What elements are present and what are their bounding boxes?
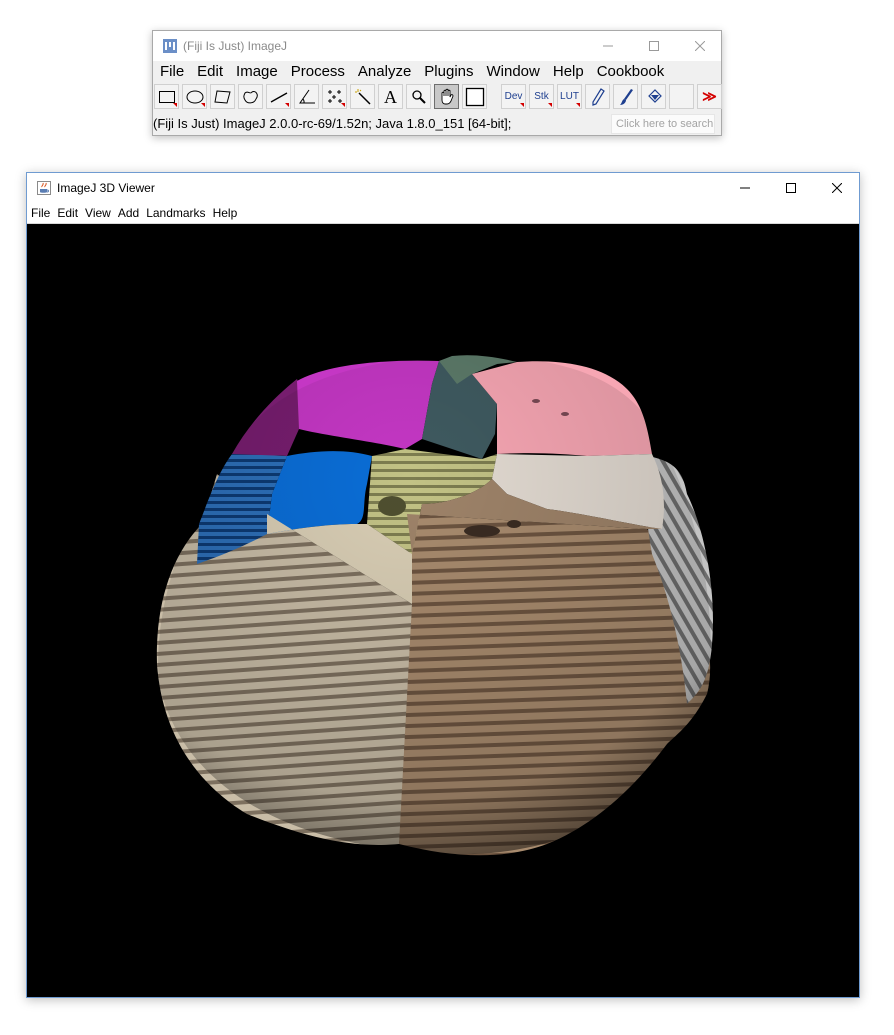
viewer-menu-file[interactable]: File <box>27 203 53 223</box>
fiji-window-title: (Fiji Is Just) ImageJ <box>183 39 288 53</box>
freehand-tool[interactable] <box>238 84 263 109</box>
oval-tool-menu-indicator <box>201 103 205 107</box>
viewer-menu-help[interactable]: Help <box>209 203 241 223</box>
fiji-main-window: (Fiji Is Just) ImageJ File Edit Image Pr… <box>152 30 722 136</box>
viewer-maximize-button[interactable] <box>768 173 814 203</box>
viewer-title-bar[interactable]: ImageJ 3D Viewer <box>27 173 859 203</box>
brush-icon <box>619 88 633 105</box>
fiji-title-bar[interactable]: (Fiji Is Just) ImageJ <box>153 31 721 61</box>
line-tool[interactable] <box>266 84 291 109</box>
java-cup-icon <box>37 181 51 195</box>
hand-tool[interactable] <box>434 84 459 109</box>
freehand-icon <box>242 90 258 103</box>
maximize-button[interactable] <box>631 31 677 61</box>
angle-icon <box>298 89 315 103</box>
line-tool-menu-indicator <box>285 103 289 107</box>
menu-cookbook[interactable]: Cookbook <box>590 61 671 82</box>
fiji-status-bar: (Fiji Is Just) ImageJ 2.0.0-rc-69/1.52n;… <box>153 113 721 135</box>
magic-wand-icon <box>354 88 371 105</box>
close-icon <box>695 41 705 51</box>
text-tool-glyph: A <box>384 86 397 107</box>
angle-tool[interactable] <box>294 84 319 109</box>
viewer-3d-window: ImageJ 3D Viewer File Edit View Add Land… <box>26 172 860 998</box>
wand-tool[interactable] <box>350 84 375 109</box>
viewer-minimize-button[interactable] <box>722 173 768 203</box>
search-field[interactable]: Click here to search <box>611 114 715 134</box>
rectangle-tool[interactable] <box>154 84 179 109</box>
fiji-app-icon <box>163 39 177 53</box>
dev-menu-indicator <box>520 103 524 107</box>
viewer-menu-landmarks[interactable]: Landmarks <box>142 203 208 223</box>
pencil-tool[interactable] <box>585 84 610 109</box>
color-picker-icon <box>465 87 484 106</box>
flood-fill-icon <box>647 88 662 103</box>
menu-file[interactable]: File <box>153 61 190 82</box>
shading-overlay <box>158 355 711 855</box>
fiji-menu-bar: File Edit Image Process Analyze Plugins … <box>153 61 721 82</box>
polygon-icon <box>213 89 231 104</box>
hand-icon <box>441 88 453 105</box>
stk-menu-indicator <box>548 103 552 107</box>
empty-tool-slot <box>669 84 694 109</box>
viewer-menu-bar: File Edit View Add Landmarks Help <box>27 203 859 224</box>
maximize-icon <box>786 183 796 193</box>
pencil-icon <box>591 87 605 106</box>
close-button[interactable] <box>677 31 723 61</box>
fiji-toolbar: A Dev Stk LUT ≫ <box>153 83 722 111</box>
dev-label: Dev <box>504 91 523 102</box>
menu-plugins[interactable]: Plugins <box>417 61 479 82</box>
menu-image[interactable]: Image <box>229 61 284 82</box>
more-tools-button[interactable]: ≫ <box>697 84 722 109</box>
viewer-close-button[interactable] <box>814 173 860 203</box>
viewer-window-title: ImageJ 3D Viewer <box>57 181 155 195</box>
minimize-icon <box>603 45 613 47</box>
magnifier-icon <box>411 89 426 104</box>
menu-process[interactable]: Process <box>284 61 351 82</box>
brush-tool[interactable] <box>613 84 638 109</box>
menu-window[interactable]: Window <box>480 61 546 82</box>
flood-fill-tool[interactable] <box>641 84 666 109</box>
stk-label: Stk <box>534 91 549 102</box>
stk-menu-button[interactable]: Stk <box>529 84 554 109</box>
more-tools-icon: ≫ <box>702 88 717 104</box>
viewer-menu-edit[interactable]: Edit <box>53 203 81 223</box>
lut-menu-button[interactable]: LUT <box>557 84 582 109</box>
magnifying-glass-tool[interactable] <box>406 84 431 109</box>
viewer-3d-canvas[interactable] <box>27 224 859 997</box>
polygon-tool[interactable] <box>210 84 235 109</box>
maximize-icon <box>649 41 659 51</box>
oval-tool[interactable] <box>182 84 207 109</box>
text-tool[interactable]: A <box>378 84 403 109</box>
status-text: (Fiji Is Just) ImageJ 2.0.0-rc-69/1.52n;… <box>153 116 512 131</box>
point-tool[interactable] <box>322 84 347 109</box>
menu-help[interactable]: Help <box>546 61 590 82</box>
point-tool-menu-indicator <box>341 103 345 107</box>
dev-menu-button[interactable]: Dev <box>501 84 526 109</box>
lut-label: LUT <box>560 91 579 102</box>
lut-menu-indicator <box>576 103 580 107</box>
rectangle-tool-menu-indicator <box>173 103 177 107</box>
menu-analyze[interactable]: Analyze <box>351 61 417 82</box>
viewer-menu-view[interactable]: View <box>81 203 114 223</box>
minimize-icon <box>740 187 750 189</box>
rendered-3d-surface[interactable] <box>27 224 859 997</box>
viewer-menu-add[interactable]: Add <box>114 203 142 223</box>
minimize-button[interactable] <box>585 31 631 61</box>
menu-edit[interactable]: Edit <box>190 61 229 82</box>
close-icon <box>832 183 842 193</box>
color-picker-tool[interactable] <box>462 84 487 109</box>
